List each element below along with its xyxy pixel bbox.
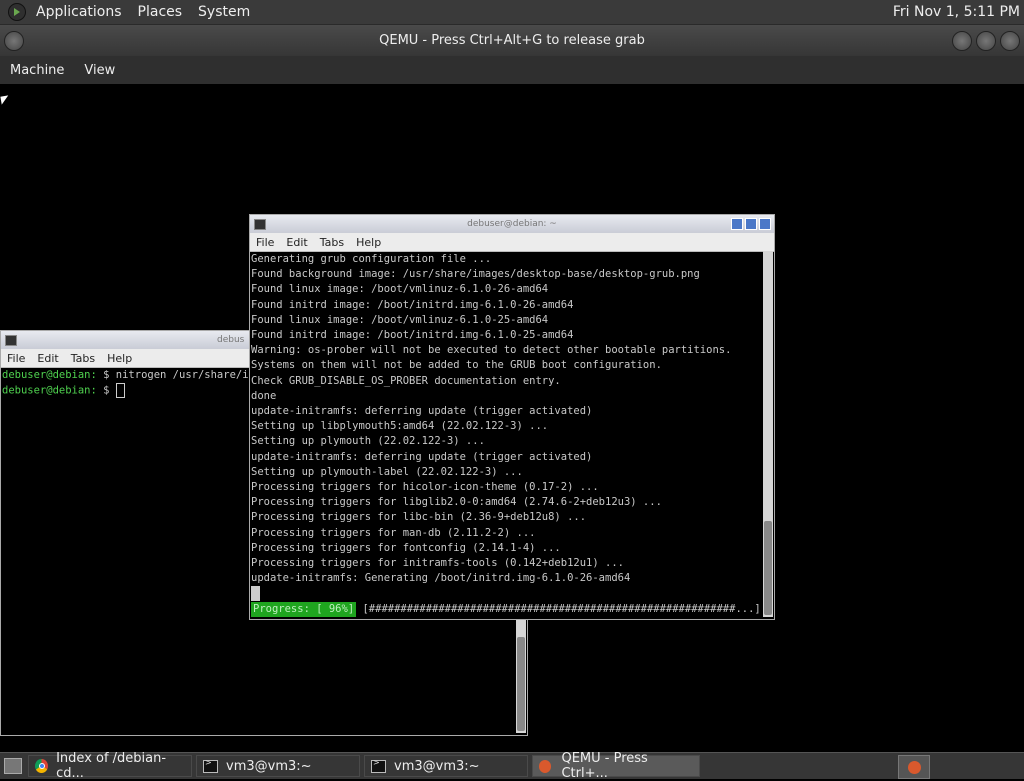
terminal-line: Found linux image: /boot/vmlinuz-6.1.0-2… xyxy=(251,313,549,326)
terminal-front-menubar: File Edit Tabs Help xyxy=(250,233,774,252)
terminal-line: update-initramfs: deferring update (trig… xyxy=(251,405,593,418)
menu-machine[interactable]: Machine xyxy=(0,63,74,78)
menu-help[interactable]: Help xyxy=(350,236,387,249)
progress-bar-text: [#######################################… xyxy=(356,603,761,616)
progress-label: Progress: [ 96%] xyxy=(251,602,357,618)
terminal-line: Setting up plymouth (22.02.122-3) ... xyxy=(251,435,485,448)
terminal-icon xyxy=(5,335,17,346)
close-icon[interactable] xyxy=(759,218,771,230)
menu-places[interactable]: Places xyxy=(130,0,191,24)
terminal-line: done xyxy=(251,389,277,402)
terminal-line: Setting up plymouth-label (22.02.122-3) … xyxy=(251,465,523,478)
terminal-line: Generating grub configuration file ... xyxy=(251,253,492,265)
progress-line: Progress: [ 96%] [######################… xyxy=(251,602,761,618)
qemu-icon xyxy=(539,759,552,773)
terminal-line: Processing triggers for hicolor-icon-the… xyxy=(251,481,599,494)
window-title: QEMU - Press Ctrl+Alt+G to release grab xyxy=(379,33,645,48)
workspace-switcher[interactable] xyxy=(898,755,930,779)
task-terminal-1[interactable]: vm3@vm3:~ xyxy=(196,755,360,777)
terminal-line: update-initramfs: deferring update (trig… xyxy=(251,450,593,463)
minimize-icon[interactable] xyxy=(731,218,743,230)
scrollbar-thumb[interactable] xyxy=(517,637,525,731)
command-text: $ nitrogen /usr/share/i xyxy=(96,369,249,381)
show-desktop-icon[interactable] xyxy=(4,758,22,774)
menu-tabs[interactable]: Tabs xyxy=(65,352,101,365)
terminal-line: Processing triggers for fontconfig (2.14… xyxy=(251,541,561,554)
terminal-line: Processing triggers for man-db (2.11.2-2… xyxy=(251,526,536,539)
shell-prompt: debuser@debian: xyxy=(2,369,97,381)
text-cursor xyxy=(115,383,125,399)
menu-edit[interactable]: Edit xyxy=(31,352,64,365)
task-terminal-2[interactable]: vm3@vm3:~ xyxy=(364,755,528,777)
terminal-icon xyxy=(371,758,386,773)
menu-file[interactable]: File xyxy=(250,236,280,249)
menu-edit[interactable]: Edit xyxy=(280,236,313,249)
terminal-line: Found linux image: /boot/vmlinuz-6.1.0-2… xyxy=(251,283,549,296)
menu-system[interactable]: System xyxy=(190,0,258,24)
menu-view[interactable]: View xyxy=(74,63,125,78)
menu-applications[interactable]: Applications xyxy=(28,0,130,24)
terminal-line: Warning: os-prober will not be executed … xyxy=(251,344,732,357)
qemu-icon xyxy=(907,760,921,774)
terminal-line: Processing triggers for libc-bin (2.36-9… xyxy=(251,511,587,524)
browser-icon xyxy=(35,759,49,773)
taskbar: Index of /debian-cd... vm3@vm3:~ vm3@vm3… xyxy=(0,751,1024,781)
scrollbar-thumb[interactable] xyxy=(764,521,772,615)
qemu-menubar: Machine View xyxy=(0,56,1024,84)
terminal-window-front[interactable]: debuser@debian: ~ File Edit Tabs Help Ge… xyxy=(249,214,775,620)
terminal-line: Found background image: /usr/share/image… xyxy=(251,268,700,281)
terminal-line: update-initramfs: Generating /boot/initr… xyxy=(251,572,631,585)
terminal-front-titlebar[interactable]: debuser@debian: ~ xyxy=(250,215,774,233)
terminal-line: Processing triggers for libglib2.0-0:amd… xyxy=(251,496,662,509)
task-browser[interactable]: Index of /debian-cd... xyxy=(28,751,192,781)
task-qemu[interactable]: QEMU - Press Ctrl+... xyxy=(532,751,700,781)
maximize-icon[interactable] xyxy=(976,31,996,51)
terminal-front-output[interactable]: Generating grub configuration file ... Fo… xyxy=(250,252,774,618)
terminal-icon xyxy=(254,219,266,230)
top-panel: Applications Places System Fri Nov 1, 5:… xyxy=(0,0,1024,25)
maximize-icon[interactable] xyxy=(745,218,757,230)
menu-tabs[interactable]: Tabs xyxy=(314,236,350,249)
close-icon[interactable] xyxy=(1000,31,1020,51)
terminal-front-scrollbar[interactable] xyxy=(763,251,773,617)
terminal-line: Setting up libplymouth5:amd64 (22.02.122… xyxy=(251,420,549,433)
terminal-line: Check GRUB_DISABLE_OS_PROBER documentati… xyxy=(251,374,561,387)
distro-logo-icon[interactable] xyxy=(8,3,26,21)
terminal-line: Systems on them will not be added to the… xyxy=(251,359,662,372)
shell-prompt: debuser@debian: xyxy=(2,384,97,397)
terminal-line: Processing triggers for initramfs-tools … xyxy=(251,557,624,570)
window-menu-icon[interactable] xyxy=(4,31,24,51)
cursor-line xyxy=(251,586,760,602)
qemu-titlebar[interactable]: QEMU - Press Ctrl+Alt+G to release grab xyxy=(0,25,1024,56)
terminal-line: Found initrd image: /boot/initrd.img-6.1… xyxy=(251,298,574,311)
guest-display[interactable]: debus File Edit Tabs Help debuser@debian… xyxy=(0,84,1024,750)
mouse-pointer-icon xyxy=(0,95,10,105)
menu-help[interactable]: Help xyxy=(101,352,138,365)
minimize-icon[interactable] xyxy=(952,31,972,51)
command-text: $ xyxy=(96,384,116,397)
menu-file[interactable]: File xyxy=(1,352,31,365)
text-cursor xyxy=(251,586,260,602)
terminal-line: Found initrd image: /boot/initrd.img-6.1… xyxy=(251,329,574,342)
clock[interactable]: Fri Nov 1, 5:11 PM xyxy=(893,0,1020,24)
terminal-icon xyxy=(203,758,218,773)
